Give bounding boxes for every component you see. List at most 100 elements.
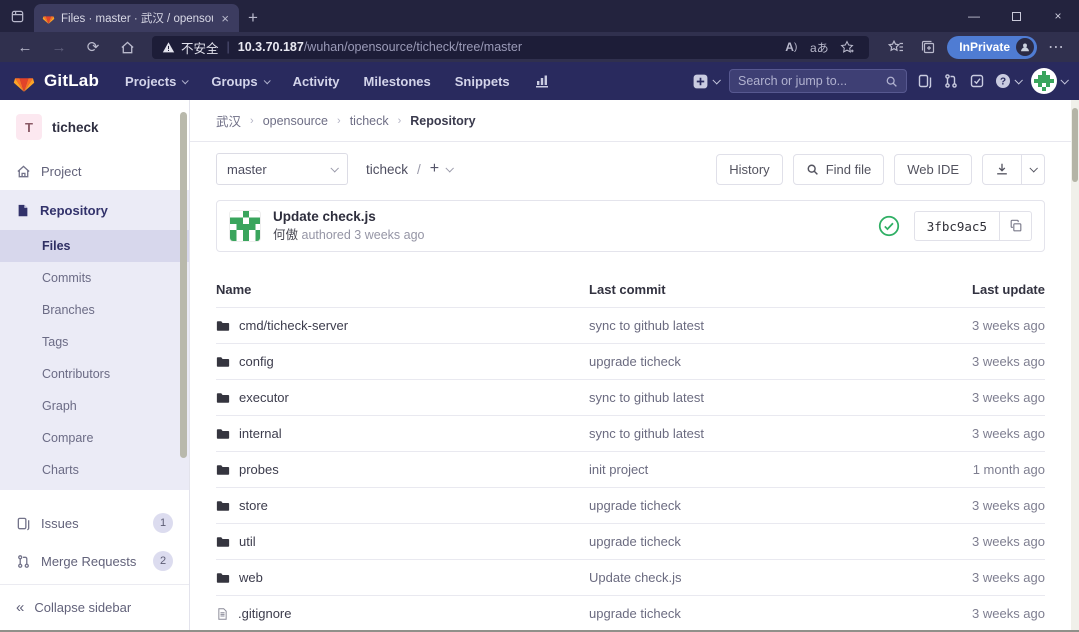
sidebar-item-tags[interactable]: Tags [0, 326, 189, 358]
refresh-icon[interactable]: ⟳ [78, 34, 108, 60]
gitlab-brand[interactable]: GitLab [44, 71, 99, 91]
file-name[interactable]: .gitignore [238, 606, 291, 621]
table-row[interactable]: util upgrade ticheck 3 weeks ago [216, 524, 1045, 560]
sidebar-scrollbar-thumb[interactable] [180, 112, 187, 458]
table-row[interactable]: .gitignore upgrade ticheck 3 weeks ago [216, 596, 1045, 631]
todos-icon[interactable] [969, 73, 985, 89]
commit-author-link[interactable]: 何傲 [273, 228, 298, 242]
commit-message-link[interactable]: upgrade ticheck [589, 498, 681, 513]
file-name[interactable]: web [239, 570, 263, 585]
sidebar-item-merge-requests[interactable]: Merge Requests 2 [0, 542, 189, 580]
commit-message-link[interactable]: upgrade ticheck [589, 534, 681, 549]
commit-author-avatar[interactable] [229, 210, 261, 242]
issues-icon[interactable] [917, 73, 933, 89]
gitlab-logo-icon[interactable] [12, 70, 36, 93]
table-row[interactable]: config upgrade ticheck 3 weeks ago [216, 344, 1045, 380]
page-scrollbar[interactable] [1071, 100, 1079, 630]
table-row[interactable]: store upgrade ticheck 3 weeks ago [216, 488, 1045, 524]
download-options-button[interactable] [1022, 154, 1045, 185]
security-warning[interactable]: 不安全 [162, 38, 219, 57]
branch-selector[interactable]: master [216, 153, 348, 185]
window-close-button[interactable]: × [1037, 0, 1079, 32]
user-menu[interactable] [1031, 68, 1067, 94]
file-name[interactable]: executor [239, 390, 289, 405]
favorites-bar-icon[interactable] [883, 34, 909, 60]
browser-menu-icon[interactable]: ⋯ [1043, 34, 1069, 60]
download-button[interactable] [982, 154, 1022, 185]
sidebar-item-compare[interactable]: Compare [0, 422, 189, 454]
find-file-button[interactable]: Find file [793, 154, 885, 185]
collections-icon[interactable] [915, 34, 941, 60]
sidebar-item-repository[interactable]: Repository [0, 190, 189, 230]
breadcrumb-subgroup[interactable]: opensource [263, 114, 328, 128]
merge-requests-icon[interactable] [943, 73, 959, 89]
search-input[interactable] [738, 74, 885, 88]
url-text[interactable]: 10.3.70.187/wuhan/opensource/ticheck/tre… [238, 40, 772, 54]
sidebar-item-project[interactable]: Project [0, 152, 189, 190]
address-bar[interactable]: 不安全 | 10.3.70.187/wuhan/opensource/tiche… [152, 36, 869, 59]
commit-message-link[interactable]: sync to github latest [589, 318, 704, 333]
file-name[interactable]: config [239, 354, 274, 369]
commit-message-link[interactable]: sync to github latest [589, 390, 704, 405]
pipeline-status-passed-icon[interactable] [878, 215, 900, 237]
breadcrumb-group[interactable]: 武汉 [216, 111, 241, 130]
tab-close-icon[interactable]: × [219, 11, 231, 26]
add-favorite-star-icon[interactable] [835, 36, 859, 58]
new-tab-button[interactable]: + [239, 4, 267, 32]
nav-groups[interactable]: Groups [201, 62, 278, 100]
new-menu-button[interactable] [692, 73, 719, 90]
window-minimize-button[interactable]: — [953, 0, 995, 32]
sidebar-item-commits[interactable]: Commits [0, 262, 189, 294]
sidebar-item-issues[interactable]: Issues 1 [0, 504, 189, 542]
sidebar-item-branches[interactable]: Branches [0, 294, 189, 326]
sidebar-item-charts[interactable]: Charts [0, 454, 189, 486]
browser-tab[interactable]: Files · master · 武汉 / opensourc × [34, 4, 239, 32]
commit-message-link[interactable]: init project [589, 462, 648, 477]
sidebar-item-graph[interactable]: Graph [0, 390, 189, 422]
repo-root-link[interactable]: ticheck [366, 162, 408, 177]
back-icon[interactable]: ← [10, 34, 40, 60]
global-search[interactable] [729, 69, 907, 93]
nav-projects[interactable]: Projects [115, 62, 197, 100]
page-scrollbar-thumb[interactable] [1072, 108, 1078, 182]
read-aloud-icon[interactable]: A) [779, 36, 803, 58]
commit-title-link[interactable]: Update check.js [273, 208, 425, 226]
table-row[interactable]: cmd/ticheck-server sync to github latest… [216, 308, 1045, 344]
file-name[interactable]: store [239, 498, 268, 513]
project-header[interactable]: T ticheck [0, 100, 189, 152]
nav-activity[interactable]: Activity [283, 62, 350, 100]
collapse-sidebar-button[interactable]: « Collapse sidebar [0, 584, 189, 630]
table-row[interactable]: web Update check.js 3 weeks ago [216, 560, 1045, 596]
file-name[interactable]: internal [239, 426, 282, 441]
nav-milestones[interactable]: Milestones [354, 62, 441, 100]
sidebar-item-contributors[interactable]: Contributors [0, 358, 189, 390]
commit-sha[interactable]: 3fbc9ac5 [914, 211, 1000, 241]
file-name[interactable]: probes [239, 462, 279, 477]
help-menu[interactable]: ? [995, 73, 1021, 89]
window-maximize-button[interactable] [995, 0, 1037, 32]
copy-sha-button[interactable] [1000, 211, 1032, 241]
forward-icon[interactable]: → [44, 34, 74, 60]
home-icon[interactable] [112, 34, 142, 60]
nav-snippets[interactable]: Snippets [445, 62, 520, 100]
search-icon [806, 163, 819, 176]
file-name[interactable]: util [239, 534, 256, 549]
commit-message-link[interactable]: upgrade ticheck [589, 354, 681, 369]
sidebar-item-files[interactable]: Files [0, 230, 189, 262]
translate-icon[interactable]: aあ [807, 36, 831, 58]
history-button[interactable]: History [716, 154, 782, 185]
add-file-button[interactable]: + [430, 160, 452, 178]
tab-actions-icon[interactable] [0, 0, 34, 32]
charts-icon[interactable] [524, 62, 560, 100]
commit-message-link[interactable]: sync to github latest [589, 426, 704, 441]
commit-message-link[interactable]: Update check.js [589, 570, 682, 585]
inprivate-badge[interactable]: InPrivate [947, 36, 1037, 59]
table-row[interactable]: executor sync to github latest 3 weeks a… [216, 380, 1045, 416]
file-name[interactable]: cmd/ticheck-server [239, 318, 348, 333]
project-name: ticheck [52, 120, 99, 135]
commit-message-link[interactable]: upgrade ticheck [589, 606, 681, 621]
web-ide-button[interactable]: Web IDE [894, 154, 972, 185]
table-row[interactable]: probes init project 1 month ago [216, 452, 1045, 488]
table-row[interactable]: internal sync to github latest 3 weeks a… [216, 416, 1045, 452]
breadcrumb-project[interactable]: ticheck [350, 114, 389, 128]
